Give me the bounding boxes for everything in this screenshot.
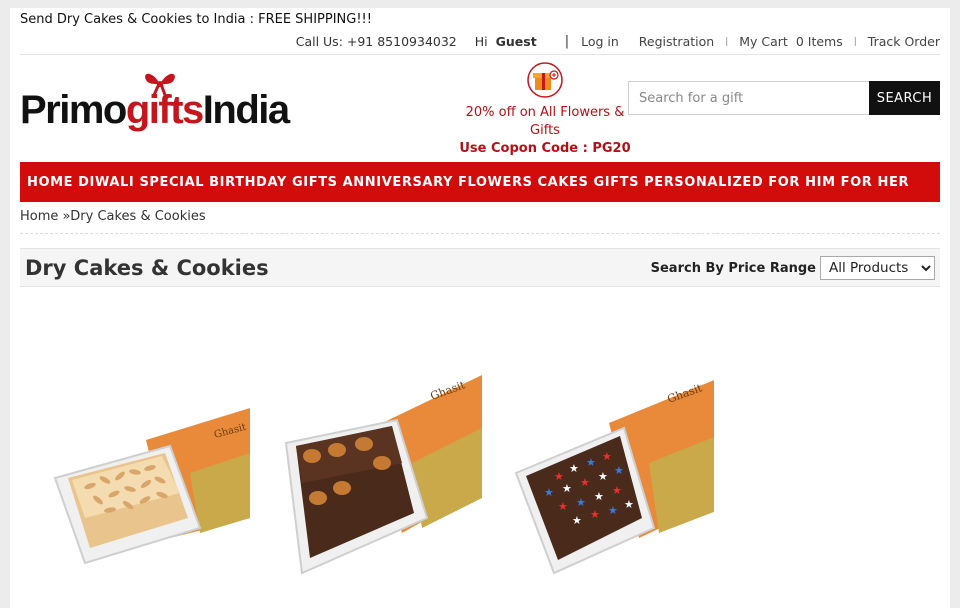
login-link[interactable]: Log in xyxy=(581,34,619,49)
gift-offer-icon xyxy=(527,62,563,98)
product-card-3[interactable]: Ghasit ★ ★ ★ ★ ★ ★ ★ ★ ★ ★ ★ ★ ★ ★ ★ ★ ★ xyxy=(514,368,724,578)
almond-dry-cake-image: Ghasit xyxy=(53,408,250,565)
breadcrumb-home[interactable]: Home xyxy=(20,209,58,224)
logo-word-primo: Primo xyxy=(20,88,127,132)
main-nav: HOME DIWALI SPECIAL BIRTHDAY GIFTS ANNIV… xyxy=(20,162,940,202)
promo-strip: Send Dry Cakes & Cookies to India : FREE… xyxy=(20,12,372,27)
svg-text:★: ★ xyxy=(576,496,586,509)
nav-cakes[interactable]: CAKES xyxy=(538,175,589,190)
category-bar: Dry Cakes & Cookies Search By Price Rang… xyxy=(20,248,940,287)
svg-text:★: ★ xyxy=(608,504,618,517)
top-links: Call Us: +91 8510934032 Hi Guest | Log i… xyxy=(296,34,940,49)
link-separator: | xyxy=(853,36,857,47)
svg-text:★: ★ xyxy=(580,476,590,489)
nav-gifts[interactable]: GIFTS xyxy=(593,175,639,190)
cart-count: 0 Items xyxy=(795,34,843,49)
registration-link[interactable]: Registration xyxy=(639,34,714,49)
header-divider xyxy=(20,54,940,55)
logo-wordmark: PrimogiftsIndia xyxy=(20,86,290,134)
track-order-link[interactable]: Track Order xyxy=(868,34,940,49)
guest-name: Guest xyxy=(495,34,537,49)
search-form: SEARCH xyxy=(628,81,940,115)
product-card-2[interactable]: Ghasit xyxy=(282,368,482,578)
offer-text-line1: 20% off on All Flowers & xyxy=(465,105,625,120)
price-range-label: Search By Price Range xyxy=(650,261,816,276)
search-button[interactable]: SEARCH xyxy=(869,81,940,115)
price-range-select[interactable]: All Products xyxy=(820,256,935,280)
svg-text:★: ★ xyxy=(598,470,608,483)
offer-banner[interactable]: 20% off on All Flowers & Gifts Use Copon… xyxy=(450,62,640,158)
svg-text:★: ★ xyxy=(614,464,624,477)
site-logo[interactable]: PrimogiftsIndia xyxy=(20,66,310,136)
svg-text:★: ★ xyxy=(594,490,604,503)
svg-text:★: ★ xyxy=(590,508,600,521)
svg-text:★: ★ xyxy=(602,450,612,463)
my-cart-link[interactable]: My Cart 0 Items xyxy=(739,34,843,49)
svg-text:★: ★ xyxy=(586,456,596,469)
page-title: Dry Cakes & Cookies xyxy=(25,256,269,280)
breadcrumb: Home »Dry Cakes & Cookies xyxy=(20,209,206,224)
nav-birthday-gifts[interactable]: BIRTHDAY GIFTS xyxy=(209,175,338,190)
greeting-text: Hi xyxy=(474,34,488,49)
my-cart-label: My Cart xyxy=(739,34,788,49)
nav-flowers[interactable]: FLOWERS xyxy=(458,175,533,190)
search-input[interactable] xyxy=(628,81,869,115)
svg-text:★: ★ xyxy=(569,462,579,475)
star-sprinkle-chocolate-dry-cake-image: Ghasit ★ ★ ★ ★ ★ ★ ★ ★ ★ ★ ★ ★ ★ ★ ★ ★ ★ xyxy=(514,376,724,575)
walnut-chocolate-dry-cake-image: Ghasit xyxy=(284,375,482,575)
nav-for-her[interactable]: FOR HER xyxy=(841,175,909,190)
nav-home[interactable]: HOME xyxy=(27,175,73,190)
breadcrumb-divider xyxy=(20,233,940,234)
svg-text:★: ★ xyxy=(612,484,622,497)
product-card-1[interactable]: Ghasit xyxy=(50,368,250,578)
nav-anniversary[interactable]: ANNIVERSARY xyxy=(343,175,453,190)
link-separator: | xyxy=(725,36,729,47)
svg-text:★: ★ xyxy=(562,482,572,495)
svg-text:★: ★ xyxy=(624,498,634,511)
svg-text:★: ★ xyxy=(544,486,554,499)
offer-text-line2: Gifts xyxy=(530,123,560,138)
svg-text:★: ★ xyxy=(572,514,582,527)
breadcrumb-current: Dry Cakes & Cookies xyxy=(70,209,206,224)
link-separator: | xyxy=(564,34,570,49)
logo-word-gifts: gifts xyxy=(125,88,204,132)
logo-word-india: India xyxy=(202,88,290,132)
svg-text:★: ★ xyxy=(558,500,568,513)
nav-personalized[interactable]: PERSONALIZED xyxy=(644,175,763,190)
nav-for-him[interactable]: FOR HIM xyxy=(768,175,835,190)
coupon-code: Use Copon Code : PG20 xyxy=(459,141,631,156)
page: Send Dry Cakes & Cookies to India : FREE… xyxy=(10,8,950,608)
nav-diwali-special[interactable]: DIWALI SPECIAL xyxy=(78,175,204,190)
call-us-text: Call Us: +91 8510934032 xyxy=(295,34,457,49)
